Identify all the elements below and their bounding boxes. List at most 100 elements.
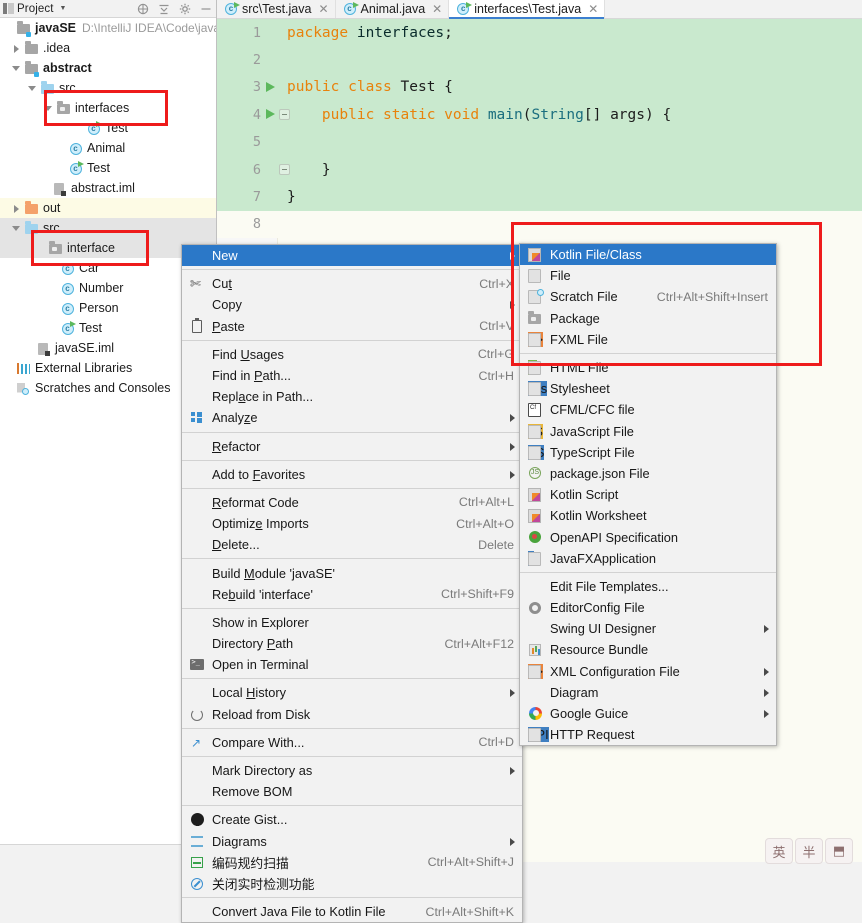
line-number: 5 [252,134,261,151]
collapse-scope-icon[interactable] [137,3,149,15]
editor-tab-label: src\Test.java [242,2,312,16]
menu-item-cut[interactable]: ✄ Cut Ctrl+X [182,273,522,294]
menu-item-rebuild-interface[interactable]: Rebuild 'interface' Ctrl+Shift+F9 [182,584,522,605]
run-gutter-icon[interactable] [265,107,279,121]
new-submenu[interactable]: Kotlin File/Class File Scratch File Ctrl+Al… [519,243,777,747]
close-icon[interactable]: ✕ [318,3,328,15]
menu-item-html-file[interactable]: H HTML File [520,357,776,378]
tree-node-test[interactable]: c Test [0,118,216,138]
editor-tab-strip[interactable]: c src\Test.java ✕ c Animal.java ✕ c interfaces\… [217,0,862,19]
tree-node-test[interactable]: c Test [0,158,216,178]
menu-item-label: TypeScript File [550,444,635,460]
tree-node-abstract-iml[interactable]: abstract.iml [0,178,216,198]
ime-key-0[interactable]: 英 [765,838,793,864]
menu-item-http-request[interactable]: APIHTTP Request [520,724,776,745]
editor-tab-label: Animal.java [360,2,426,16]
menu-item-cfml-cfc-file[interactable]: Cf CFML/CFC file [520,399,776,420]
menu-item-typescript-file[interactable]: TS TypeScript File [520,442,776,463]
libraries-icon [16,361,31,376]
editor-tab-1[interactable]: c Animal.java ✕ [335,0,450,18]
menu-item-编码规约扫描[interactable]: 编码规约扫描 Ctrl+Alt+Shift+J [182,852,522,873]
menu-item-find-in-path[interactable]: Find in Path... Ctrl+H [182,365,522,386]
menu-item-openapi-specification[interactable]: OpenAPI Specification [520,526,776,547]
menu-item-package[interactable]: Package [520,308,776,329]
ime-floating-bar[interactable]: 英半 ⬒ [765,838,853,864]
menu-item-reload-from-disk[interactable]: Reload from Disk [182,704,522,725]
menu-separator [182,339,522,341]
context-menu[interactable]: New ✄ Cut Ctrl+X Copy Paste Ctrl+V Find Usages C… [181,244,523,923]
minimize-icon[interactable] [200,3,212,15]
line-number: 4 [252,106,261,123]
menu-item-xml-configuration-file[interactable]: <> XML Configuration File [520,661,776,682]
menu-item-refactor[interactable]: Refactor [182,436,522,457]
tree-expand-arrow[interactable] [28,84,37,93]
editor-tab-0[interactable]: c src\Test.java ✕ [217,0,336,18]
editor-tab-2[interactable]: c interfaces\Test.java ✕ [449,0,606,19]
tree-node-src[interactable]: src [0,218,216,238]
collapse-all-icon[interactable] [158,3,170,15]
menu-item-show-in-explorer[interactable]: Show in Explorer [182,612,522,633]
menu-item-create-gist[interactable]: Create Gist... [182,809,522,830]
menu-item-delete[interactable]: Delete... Delete [182,534,522,555]
menu-item-stylesheet[interactable]: cssStylesheet [520,378,776,399]
menu-item-file[interactable]: File [520,265,776,286]
menu-item-reformat-code[interactable]: Reformat Code Ctrl+Alt+L [182,492,522,513]
menu-item-javafxapplication[interactable]: J JavaFXApplication [520,548,776,569]
menu-item-javascript-file[interactable]: JS JavaScript File [520,421,776,442]
menu-item-package-json-file[interactable]: JS package.json File [520,463,776,484]
chevron-down-icon[interactable]: ▼ [60,5,67,12]
menu-item-label: HTML File [550,360,609,376]
menu-item-swing-ui-designer[interactable]: Swing UI Designer [520,618,776,639]
tree-expand-arrow[interactable] [12,224,21,233]
menu-item-open-in-terminal[interactable]: Open in Terminal [182,654,522,675]
menu-item-copy[interactable]: Copy [182,294,522,315]
close-icon[interactable]: ✕ [432,3,442,15]
menu-item-关闭实时检测功能[interactable]: 关闭实时检测功能 [182,873,522,894]
tree-node-src[interactable]: src [0,78,216,98]
menu-item-build-module-javase[interactable]: Build Module 'javaSE' [182,562,522,583]
tree-node-interfaces[interactable]: interfaces [0,98,216,118]
menu-item-edit-file-templates[interactable]: Edit File Templates... [520,576,776,597]
menu-item-optimize-imports[interactable]: Optimize Imports Ctrl+Alt+O [182,513,522,534]
tree-node-out[interactable]: out [0,198,216,218]
tree-node-animal[interactable]: c Animal [0,138,216,158]
menu-item-remove-bom[interactable]: Remove BOM [182,781,522,802]
menu-item-local-history[interactable]: Local History [182,682,522,703]
tree-node-label: Animal [87,141,126,155]
menu-item-diagrams[interactable]: Diagrams [182,831,522,852]
tree-node-abstract[interactable]: abstract [0,58,216,78]
tree-expand-arrow[interactable] [44,104,53,113]
tree-expand-arrow[interactable] [12,204,21,213]
menu-item-directory-path[interactable]: Directory Path Ctrl+Alt+F12 [182,633,522,654]
tree-node--idea[interactable]: .idea [0,38,216,58]
close-icon[interactable]: ✕ [588,3,598,15]
menu-item-analyze[interactable]: Analyze [182,407,522,428]
ime-key-1[interactable]: 半 [795,838,823,864]
line-number: 1 [252,24,261,41]
tree-expand-arrow[interactable] [12,44,21,53]
menu-item-kotlin-worksheet[interactable]: Kotlin Worksheet [520,505,776,526]
menu-item-scratch-file[interactable]: Scratch File Ctrl+Alt+Shift+Insert [520,286,776,307]
menu-item-convert-java-file-to-kotlin-file[interactable]: Convert Java File to Kotlin File Ctrl+Alt… [182,901,522,922]
menu-item-resource-bundle[interactable]: Resource Bundle [520,639,776,660]
menu-item-find-usages[interactable]: Find Usages Ctrl+G [182,344,522,365]
menu-item-mark-directory-as[interactable]: Mark Directory as [182,760,522,781]
settings-gear-icon[interactable] [179,3,191,15]
menu-item-add-to-favorites[interactable]: Add to Favorites [182,464,522,485]
menu-item-kotlin-file-class[interactable]: Kotlin File/Class [520,244,776,266]
menu-item-replace-in-path[interactable]: Replace in Path... [182,386,522,407]
menu-item-diagram[interactable]: Diagram [520,682,776,703]
ime-key-2[interactable]: ⬒ [825,838,853,864]
menu-item-label: FXML File [550,331,608,347]
run-gutter-icon[interactable] [265,80,279,94]
tree-node-javase[interactable]: javaSE D:\IntelliJ IDEA\Code\java! [0,18,216,38]
menu-item-fxml-file[interactable]: <> FXML File [520,329,776,350]
menu-item-new[interactable]: New [182,245,522,267]
menu-item-kotlin-script[interactable]: Kotlin Script [520,484,776,505]
menu-item-editorconfig-file[interactable]: EditorConfig File [520,597,776,618]
menu-item-google-guice[interactable]: Google Guice [520,703,776,724]
menu-item-compare-with[interactable]: ↗ Compare With... Ctrl+D [182,732,522,753]
tree-arrow-spacer [48,264,57,273]
tree-expand-arrow[interactable] [12,64,21,73]
menu-item-paste[interactable]: Paste Ctrl+V [182,316,522,337]
